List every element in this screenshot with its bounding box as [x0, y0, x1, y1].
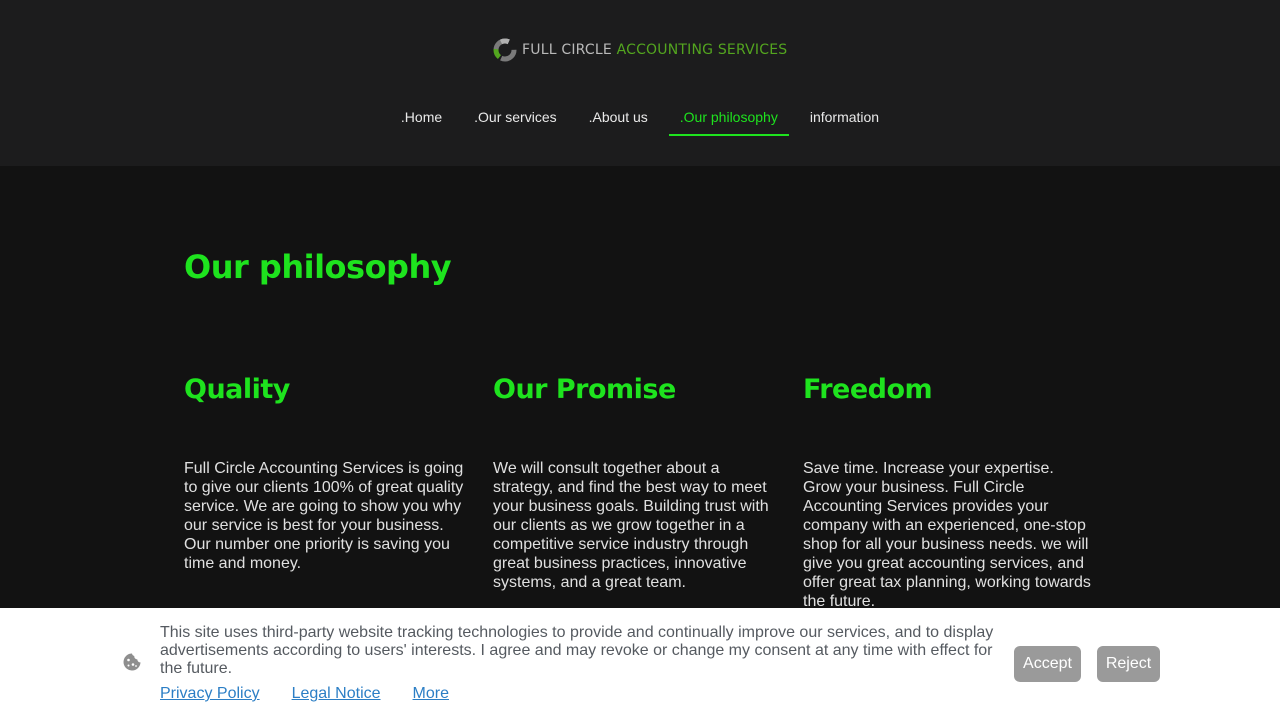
reject-button[interactable]: Reject [1097, 646, 1160, 682]
column-text: Full Circle Accounting Services is going… [184, 460, 464, 572]
column-text: We will consult together about a strateg… [493, 460, 769, 591]
nav-item-about-us[interactable]: .About us [573, 100, 664, 136]
nav-item-home[interactable]: .Home [385, 100, 458, 136]
main-content: Our philosophy Quality Full Circle Accou… [0, 166, 1280, 611]
column-heading: Freedom [803, 374, 933, 405]
logo-text: FULL CIRCLE ACCOUNTING SERVICES [522, 42, 787, 58]
main-nav: .Home .Our services .About us .Our philo… [0, 100, 1280, 136]
column-freedom: Freedom Save time. Increase your experti… [803, 372, 1093, 611]
site-header: FULL CIRCLE ACCOUNTING SERVICES .Home .O… [0, 0, 1280, 166]
column-text: Save time. Increase your expertise. Grow… [803, 460, 1091, 610]
cookie-text: This site uses third-party website track… [160, 624, 994, 677]
circle-arrows-logo-icon [493, 38, 517, 62]
page-title: Our philosophy [184, 248, 452, 286]
logo-text-part1: FULL CIRCLE [522, 42, 617, 58]
more-link[interactable]: More [413, 685, 449, 703]
legal-notice-link[interactable]: Legal Notice [292, 685, 381, 703]
column-quality: Quality Full Circle Accounting Services … [184, 372, 474, 573]
column-heading: Quality [184, 374, 290, 405]
nav-item-our-services[interactable]: .Our services [458, 100, 572, 136]
privacy-policy-link[interactable]: Privacy Policy [160, 685, 260, 703]
cookie-banner: This site uses third-party website track… [0, 608, 1280, 720]
nav-item-information[interactable]: information [794, 100, 895, 136]
column-our-promise: Our Promise We will consult together abo… [493, 372, 783, 592]
nav-item-our-philosophy[interactable]: .Our philosophy [668, 100, 789, 136]
cookie-links: Privacy Policy Legal Notice More [160, 685, 449, 703]
logo-text-part2: ACCOUNTING SERVICES [616, 42, 788, 58]
accept-button[interactable]: Accept [1014, 646, 1081, 682]
column-heading: Our Promise [493, 374, 676, 405]
cookie-icon [123, 653, 141, 671]
site-logo[interactable]: FULL CIRCLE ACCOUNTING SERVICES [492, 36, 787, 64]
